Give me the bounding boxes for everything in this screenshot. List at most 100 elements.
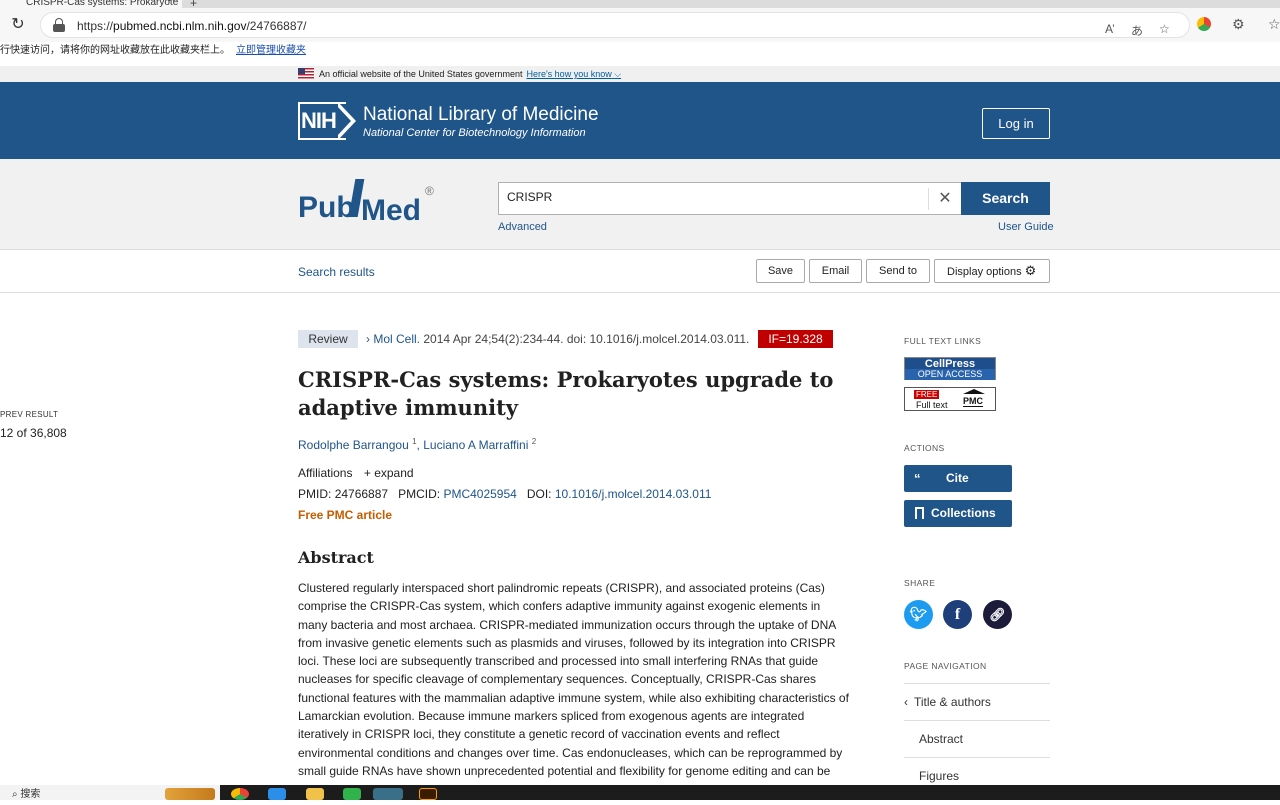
page-navigation-label: PAGE NAVIGATION (904, 661, 987, 671)
nav-abstract[interactable]: Abstract (904, 720, 1050, 757)
favbar-text: 行快速访问，请将你的网址收藏放在此收藏夹栏上。 (0, 45, 230, 56)
prev-result-count: 12 of 36,808 (0, 426, 67, 440)
pubmed-logo-med: Med (361, 194, 421, 227)
collections-label: Collections (931, 506, 996, 520)
article-ids: PMID: 24766887 PMCID: PMC4025954 DOI: 10… (298, 487, 711, 501)
author-affiliation-sup[interactable]: 2 (532, 437, 536, 446)
lock-icon[interactable] (53, 18, 65, 32)
cellpress-open-access-link[interactable]: CellPress OPEN ACCESS (904, 357, 996, 380)
illustrator-icon[interactable] (419, 788, 437, 800)
prev-result-label[interactable]: PREV RESULT (0, 410, 58, 419)
taskbar-widget-icon[interactable] (165, 788, 215, 800)
free-pmc-article: Free PMC article (298, 508, 393, 522)
pmid-value: 24766887 (334, 487, 389, 501)
tab-close-icon[interactable]: ✕ (168, 0, 176, 5)
manage-favorites-link[interactable]: 立即管理收藏夹 (236, 45, 306, 56)
chevron-right-icon[interactable]: › (366, 332, 370, 346)
extension-icon[interactable] (1197, 17, 1211, 31)
heres-how-you-know-link[interactable]: Here's how you know ⌵ (526, 69, 621, 79)
pmcid-link[interactable]: PMC4025954 (443, 487, 516, 501)
reload-icon[interactable]: ↻ (8, 15, 28, 35)
wechat-icon[interactable] (343, 788, 361, 800)
nih-header: NIH National Library of Medicine Nationa… (0, 82, 1280, 159)
file-explorer-icon[interactable] (306, 788, 324, 800)
favorites-icon[interactable]: ☆ (1268, 16, 1280, 33)
collections-button[interactable]: Collections (904, 500, 1012, 527)
open-access-text: OPEN ACCESS (905, 369, 995, 380)
doi-label: DOI: (526, 487, 552, 501)
read-aloud-icon[interactable]: A’ (1105, 22, 1115, 36)
quote-icon: “ (914, 471, 921, 486)
pubmed-logo-reg: ® (425, 184, 434, 198)
abstract-text: Clustered regularly interspaced short pa… (298, 581, 849, 778)
expand-label: expand (374, 466, 414, 480)
expand-affiliations-button[interactable]: + expand (364, 466, 414, 480)
affiliations-row: Affiliations + expand (298, 466, 414, 480)
display-options-label: Display options (947, 266, 1022, 278)
translate-icon[interactable]: あ (1131, 22, 1143, 39)
search-box: ✕ (498, 182, 961, 215)
nih-logo[interactable]: NIH (298, 102, 358, 140)
ncbi-subtitle: National Center for Biotechnology Inform… (363, 127, 586, 139)
vscode-icon[interactable] (268, 788, 286, 800)
pmc-building-icon (963, 389, 985, 394)
url-field[interactable]: https://pubmed.ncbi.nlm.nih.gov/24766887… (40, 12, 1190, 38)
facebook-share-icon[interactable]: f (943, 600, 972, 629)
citation-text: 2014 Apr 24;54(2):234-44. doi: 10.1016/j… (423, 332, 750, 346)
pmc-logo-text: PMC (963, 396, 983, 407)
bookmark-icon (915, 507, 924, 519)
share-label: SHARE (904, 578, 936, 588)
taskbar-search-label: 搜索 (20, 789, 41, 800)
search-button[interactable]: Search (961, 182, 1050, 215)
authors-list: Rodolphe Barrangou 1, Luciano A Marraffi… (298, 437, 537, 452)
pmid-label: PMID: (298, 487, 332, 501)
full-text-links-label: FULL TEXT LINKS (904, 336, 982, 346)
search-results-link[interactable]: Search results (298, 265, 375, 279)
login-button[interactable]: Log in (982, 108, 1050, 139)
send-to-button[interactable]: Send to (866, 259, 930, 283)
author-link[interactable]: Luciano A Marraffini (423, 438, 528, 452)
copy-link-icon[interactable]: 🔗︎ (983, 600, 1012, 629)
affiliations-label: Affiliations (298, 466, 353, 480)
abstract-heading: Abstract (298, 548, 374, 567)
gov-banner-label: An official website of the United States… (319, 69, 523, 79)
nav-label: Title & authors (914, 695, 991, 709)
save-button[interactable]: Save (756, 259, 805, 283)
gear-icon: ⚙ (1024, 263, 1037, 278)
nih-logo-text: NIH (301, 108, 337, 133)
author-affiliation-sup[interactable]: 1 (412, 437, 416, 446)
nlm-title[interactable]: National Library of Medicine (363, 104, 599, 126)
chrome-icon[interactable] (231, 788, 249, 800)
favorites-bar: 行快速访问，请将你的网址收藏放在此收藏夹栏上。 立即管理收藏夹 (0, 42, 1280, 62)
advanced-search-link[interactable]: Advanced (498, 221, 547, 233)
user-guide-link[interactable]: User Guide (998, 221, 1054, 233)
cite-label: Cite (946, 471, 969, 485)
heres-how-you-know-label: Here's how you know (526, 69, 612, 79)
url-path: /24766887/ (246, 19, 307, 33)
author-link[interactable]: Rodolphe Barrangou (298, 438, 409, 452)
journal-link[interactable]: Mol Cell. (373, 332, 420, 346)
nav-title-authors[interactable]: ‹ Title & authors (904, 683, 1050, 720)
us-flag-icon (298, 68, 314, 79)
browser-tabstrip: CRISPR-Cas systems: Prokaryote ✕ + (0, 0, 1280, 10)
url-prefix: https:// (77, 19, 114, 33)
tab-title: CRISPR-Cas systems: Prokaryote (26, 0, 179, 8)
cite-button[interactable]: “ Cite (904, 465, 1012, 492)
search-input[interactable] (507, 190, 907, 204)
chevron-down-icon: ⌵ (614, 69, 622, 79)
doi-link[interactable]: 10.1016/j.molcel.2014.03.011 (555, 487, 712, 501)
browser-tab[interactable]: CRISPR-Cas systems: Prokaryote ✕ (0, 0, 182, 8)
edge-icon[interactable] (373, 788, 403, 800)
twitter-share-icon[interactable]: 🐦︎ (904, 600, 933, 629)
email-button[interactable]: Email (809, 259, 862, 283)
review-badge: Review (298, 330, 358, 348)
search-icon: ⌕ (12, 789, 18, 800)
pubmed-logo-pub: Pub (298, 191, 355, 224)
url-domain: pubmed.ncbi.nlm.nih.gov (113, 19, 247, 33)
favorite-star-icon[interactable]: ☆ (1159, 22, 1170, 36)
pmc-free-full-text-link[interactable]: FREE Full text PMC (904, 387, 996, 411)
plus-icon: + (363, 466, 371, 480)
extensions-puzzle-icon[interactable]: ⚙ (1232, 16, 1245, 33)
display-options-button[interactable]: Display options ⚙ (934, 259, 1050, 283)
clear-search-icon[interactable]: ✕ (928, 188, 961, 210)
